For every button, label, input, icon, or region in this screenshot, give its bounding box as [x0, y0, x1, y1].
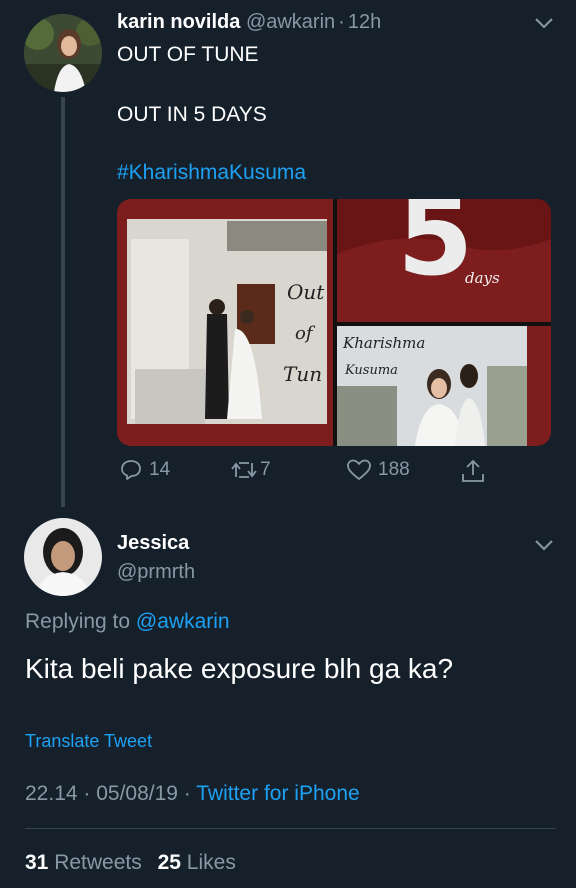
media-text-kharishma: Kharishma [342, 334, 425, 352]
reply-text: Kita beli pake exposure blh ga ka? [25, 653, 454, 684]
media-text-kusuma: Kusuma [344, 363, 398, 378]
heart-icon [347, 459, 371, 480]
replying-to-handle[interactable]: @awkarin [136, 610, 230, 633]
reply-count: 14 [149, 459, 171, 480]
media-days-text: days [465, 269, 500, 287]
retweets-count: 31 [25, 851, 49, 874]
like-action[interactable]: 188 [346, 458, 410, 482]
retweets-label: Retweets [54, 851, 142, 874]
countdown-graphic-icon: 5 days [337, 199, 551, 322]
avatar[interactable] [24, 518, 102, 596]
likes-stat[interactable]: 25 Likes [158, 851, 236, 874]
media-image-bottom-right[interactable]: Kharishma Kusuma [337, 326, 551, 446]
engagement-stats: 31 Retweets 25 Likes [25, 851, 236, 875]
avatar-photo-icon [24, 14, 102, 92]
likes-label: Likes [186, 851, 236, 874]
retweet-action[interactable]: 7 [230, 458, 271, 482]
tweet-time[interactable]: 12h [348, 11, 381, 33]
reply-user-handle[interactable]: @prmrth [117, 561, 195, 584]
retweet-icon [231, 462, 257, 478]
tweet-text-line-2: OUT IN 5 DAYS [117, 103, 267, 126]
translate-tweet-link[interactable]: Translate Tweet [25, 731, 152, 752]
reply-icon [121, 460, 141, 480]
tweet-source-link[interactable]: Twitter for iPhone [196, 782, 359, 805]
tweet-text-line-1: OUT OF TUNE [117, 43, 259, 66]
replying-to-label: Replying to [25, 610, 131, 633]
avatar-photo-icon [24, 518, 102, 596]
tweet-timestamp: 22.14 · 05/08/19 · [25, 782, 191, 805]
chevron-down-icon[interactable] [533, 538, 555, 552]
thread-line [61, 97, 65, 507]
avatar[interactable] [24, 14, 102, 92]
tweet-header: karin novilda @awkarin · 12h [117, 11, 381, 34]
chevron-down-icon[interactable] [533, 16, 555, 30]
user-handle[interactable]: @awkarin [246, 11, 335, 33]
media-image-top-right[interactable]: 5 days [337, 199, 551, 322]
tweet-media-grid[interactable]: Out of Tun 5 days Kharishma Kusuma [117, 199, 551, 446]
share-action[interactable] [460, 458, 486, 484]
reply-display-name[interactable]: Jessica [117, 532, 189, 555]
photo-couple-house-icon: Out of Tun [117, 199, 333, 446]
separator-dot: · [338, 11, 345, 33]
retweets-stat[interactable]: 31 Retweets [25, 851, 148, 874]
photo-couple-portrait-icon: Kharishma Kusuma [337, 326, 551, 446]
hashtag-link[interactable]: #KharishmaKusuma [117, 161, 306, 185]
divider [25, 828, 556, 829]
likes-count: 25 [157, 851, 181, 874]
media-text-tune: Tun [283, 362, 322, 386]
reply-action[interactable]: 14 [119, 458, 170, 482]
display-name[interactable]: karin novilda [117, 11, 240, 33]
replying-to: Replying to @awkarin [25, 610, 230, 634]
media-text-out: Out [287, 280, 325, 304]
media-image-left[interactable]: Out of Tun [117, 199, 333, 446]
retweet-count: 7 [260, 459, 271, 480]
like-count: 188 [378, 459, 410, 480]
tweet-meta: 22.14 · 05/08/19 · Twitter for iPhone [25, 782, 360, 806]
media-big-five: 5 [397, 199, 474, 300]
share-icon [462, 459, 484, 482]
